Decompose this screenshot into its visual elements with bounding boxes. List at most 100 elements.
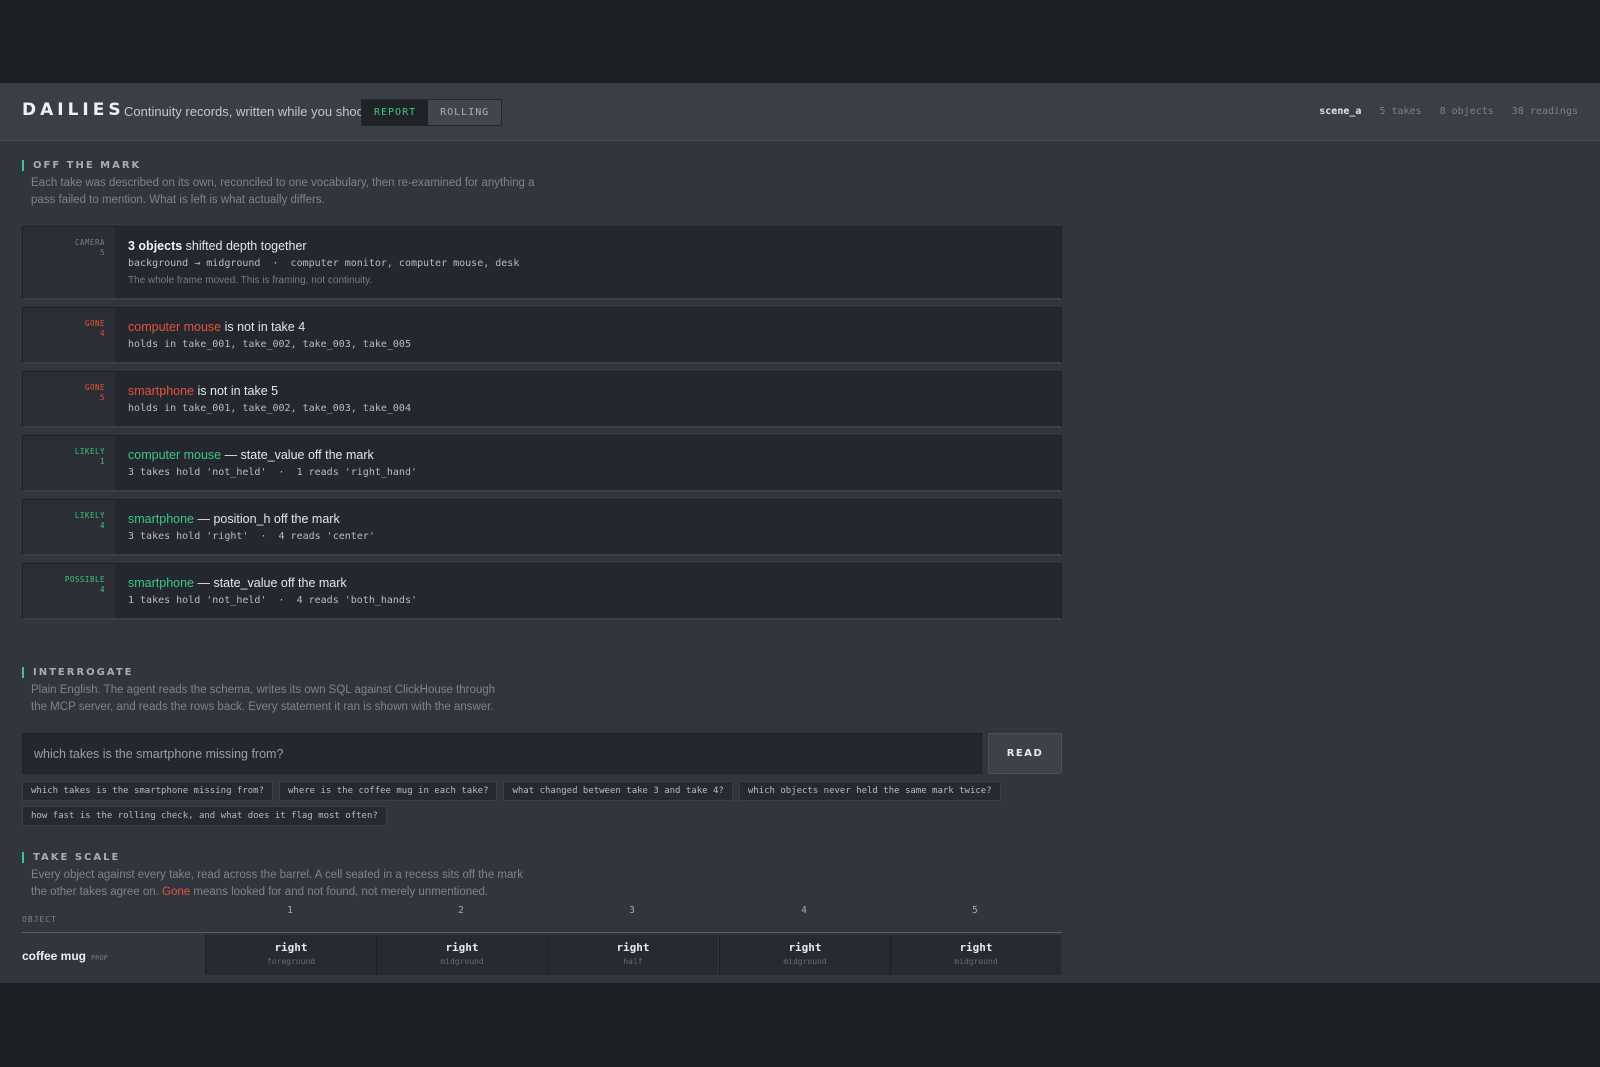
take-column-label: 1 [287, 905, 293, 916]
cell-depth: midground [783, 957, 827, 966]
finding-detail: holds in take_001, take_002, take_003, t… [128, 403, 411, 414]
finding-body: smartphone — state_value off the mark 1 … [115, 564, 1061, 618]
cell-depth: half [623, 957, 643, 966]
finding-body: 3 objects shifted depth together backgro… [115, 227, 1061, 298]
section-desc-off-mark: Each take was described on its own, reco… [31, 177, 535, 206]
finding-headline: smartphone — state_value off the mark [128, 576, 1048, 590]
finding-tag: POSSIBLE 4 [23, 564, 115, 618]
take-cell[interactable]: right midground [890, 935, 1061, 975]
take-scale-desc-end: means looked for and not found, not mere… [190, 886, 489, 898]
finding-card[interactable]: POSSIBLE 4 smartphone — state_value off … [22, 563, 1062, 620]
finding-tag: GONE 4 [23, 308, 115, 362]
finding-card[interactable]: LIKELY 1 computer mouse — state_value of… [22, 435, 1062, 492]
suggestion-chip[interactable]: how fast is the rolling check, and what … [22, 806, 387, 826]
finding-tag-label: CAMERA [74, 238, 105, 247]
suggestion-chip[interactable]: which takes is the smartphone missing fr… [22, 781, 273, 801]
finding-tag-count: 1 [99, 457, 105, 466]
mode-report-button[interactable]: REPORT [362, 100, 429, 125]
finding-summary: shifted depth together [182, 239, 307, 253]
readings-count: 38 readings [1511, 106, 1578, 117]
section-title-interrogate: INTERROGATE [22, 667, 133, 678]
cell-depth: midground [440, 957, 484, 966]
cell-depth: foreground [266, 957, 316, 966]
object-label: coffee mug [22, 949, 87, 963]
section-desc-interrogate: Plain English. The agent reads the schem… [31, 684, 496, 713]
finding-body: smartphone is not in take 5 holds in tak… [115, 372, 1061, 426]
finding-tag-label: POSSIBLE [64, 575, 105, 584]
cell-value: right [616, 941, 650, 954]
finding-tag-label: GONE [84, 319, 105, 328]
take-column-label: 3 [629, 905, 635, 916]
finding-headline: computer mouse — state_value off the mar… [128, 448, 1048, 462]
cell-depth: midground [954, 957, 998, 966]
finding-detail: holds in take_001, take_002, take_003, t… [128, 339, 411, 350]
finding-object: smartphone [128, 512, 195, 526]
brand-title: DAILIES [22, 100, 125, 120]
section-desc-take-scale: Every object against every take, read ac… [31, 867, 541, 901]
gone-term: Gone [162, 886, 191, 898]
read-button[interactable]: READ [988, 733, 1062, 774]
finding-summary: is not in take 5 [194, 384, 279, 398]
scene-stats: scene_a 5 takes 8 objects 38 readings [1319, 106, 1578, 117]
finding-headline: 3 objects shifted depth together [128, 239, 1048, 253]
object-name: coffee mug PROP [22, 949, 108, 963]
finding-detail: 3 takes hold 'not_held' · 1 reads 'right… [128, 467, 417, 478]
finding-object: smartphone [128, 576, 195, 590]
cell-value: right [274, 941, 308, 954]
finding-tag-count: 5 [99, 393, 105, 402]
finding-card[interactable]: LIKELY 4 smartphone — position_h off the… [22, 499, 1062, 556]
finding-summary: — position_h off the mark [194, 512, 340, 526]
finding-tag-label: GONE [84, 383, 105, 392]
finding-tag-count: 5 [99, 248, 105, 257]
finding-headline: smartphone is not in take 5 [128, 384, 1048, 398]
take-cell[interactable]: right half [547, 935, 718, 975]
mode-toggle: REPORT ROLLING [361, 99, 503, 126]
app-header: DAILIES Continuity records, written whil… [0, 83, 1600, 141]
finding-tag-label: LIKELY [74, 447, 105, 456]
objects-count: 8 objects [1439, 106, 1494, 117]
finding-tag-count: 4 [99, 329, 105, 338]
take-column-label: 2 [458, 905, 464, 916]
object-kind: PROP [91, 954, 108, 962]
finding-card[interactable]: CAMERA 5 3 objects shifted depth togethe… [22, 226, 1062, 300]
off-mark-list: CAMERA 5 3 objects shifted depth togethe… [22, 226, 1062, 627]
finding-object-count: 3 objects [128, 239, 183, 253]
cell-value: right [788, 941, 822, 954]
take-cell[interactable]: right midground [376, 935, 547, 975]
cell-value: right [445, 941, 479, 954]
finding-body: computer mouse is not in take 4 holds in… [115, 308, 1061, 362]
finding-tag-count: 4 [99, 521, 105, 530]
finding-tag-count: 4 [99, 585, 105, 594]
suggestion-chips: which takes is the smartphone missing fr… [22, 781, 1062, 826]
finding-tag: CAMERA 5 [23, 227, 115, 298]
take-scale-row: coffee mug PROP right foreground right mi… [22, 935, 1062, 975]
query-input[interactable] [22, 733, 982, 774]
finding-card[interactable]: GONE 5 smartphone is not in take 5 holds… [22, 371, 1062, 428]
finding-tag: GONE 5 [23, 372, 115, 426]
take-scale-header: OBJECT 1 2 3 4 5 [22, 905, 1062, 933]
finding-detail: 1 takes hold 'not_held' · 4 reads 'both_… [128, 595, 417, 606]
suggestion-chip[interactable]: which objects never held the same mark t… [738, 781, 1001, 801]
finding-headline: smartphone — position_h off the mark [128, 512, 1048, 526]
finding-object: smartphone [128, 384, 195, 398]
object-column-label: OBJECT [22, 915, 57, 924]
mode-rolling-button[interactable]: ROLLING [428, 100, 502, 125]
app-window: DAILIES Continuity records, written whil… [0, 83, 1600, 983]
take-cell[interactable]: right foreground [205, 935, 376, 975]
finding-detail: 3 takes hold 'right' · 4 reads 'center' [128, 531, 375, 542]
finding-body: computer mouse — state_value off the mar… [115, 436, 1061, 490]
suggestion-chip[interactable]: what changed between take 3 and take 4? [503, 781, 733, 801]
finding-summary: — state_value off the mark [194, 576, 347, 590]
finding-tag-label: LIKELY [74, 511, 105, 520]
finding-tag: LIKELY 4 [23, 500, 115, 554]
tagline: Continuity records, written while you sh… [124, 104, 372, 119]
finding-headline: computer mouse is not in take 4 [128, 320, 1048, 334]
suggestion-chip[interactable]: where is the coffee mug in each take? [279, 781, 498, 801]
finding-summary: is not in take 4 [221, 320, 306, 334]
take-cell[interactable]: right midground [719, 935, 890, 975]
take-column-label: 5 [972, 905, 978, 916]
finding-card[interactable]: GONE 4 computer mouse is not in take 4 h… [22, 307, 1062, 364]
finding-detail: background → midground · computer monito… [128, 258, 520, 269]
cell-value: right [959, 941, 993, 954]
section-title-take-scale: TAKE SCALE [22, 852, 120, 863]
